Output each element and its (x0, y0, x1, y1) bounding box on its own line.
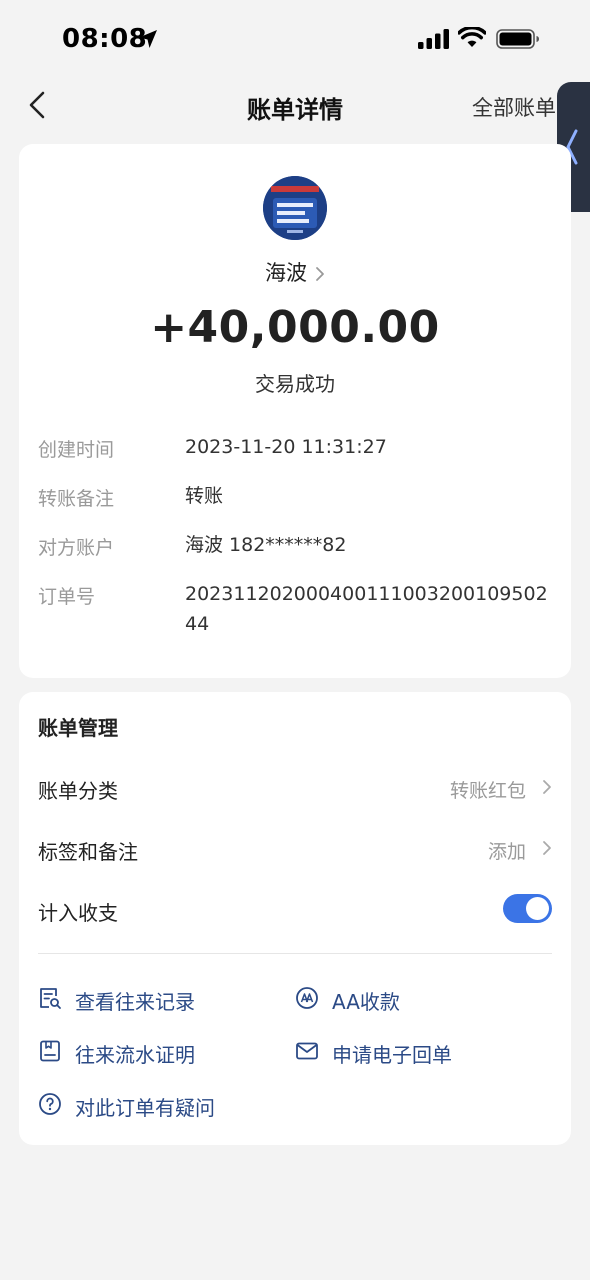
tags-notes-label: 标签和备注 (38, 840, 138, 864)
e-receipt-link[interactable]: 申请电子回单 (295, 1035, 495, 1071)
order-number-label: 订单号 (38, 586, 96, 608)
payee-avatar[interactable] (263, 176, 327, 240)
help-question-icon (39, 1093, 61, 1115)
counterparty-label: 对方账户 (38, 537, 115, 559)
view-history-link[interactable]: 查看往来记录 (38, 982, 238, 1018)
bill-category-row[interactable]: 账单分类 转账红包 (38, 767, 552, 807)
tags-notes-value: 添加 (487, 841, 526, 863)
status-bar: 08:08 (0, 0, 590, 80)
divider (38, 953, 552, 954)
toggle-knob (526, 897, 549, 920)
battery-icon (496, 29, 539, 49)
payee-name[interactable]: 海波 (19, 257, 571, 287)
created-time-label: 创建时间 (38, 439, 115, 461)
bill-category-label: 账单分类 (38, 779, 118, 803)
transaction-status: 交易成功 (255, 372, 335, 396)
counterparty-value: 海波 182******82 (185, 534, 347, 556)
include-in-stats-row: 计入收支 (38, 889, 552, 929)
cellular-signal-icon (418, 29, 449, 49)
record-search-icon (40, 988, 61, 1009)
aa-collect-link[interactable]: AA收款 (295, 982, 455, 1018)
location-arrow-icon (139, 30, 157, 48)
created-time-value: 2023-11-20 11:31:27 (185, 436, 387, 458)
chevron-right-icon (316, 267, 324, 281)
bill-management-card: 账单管理 账单分类 转账红包 标签和备注 添加 计入收支 查看往来记录 AA收款… (19, 692, 571, 1145)
statement-proof-label: 往来流水证明 (75, 1043, 195, 1067)
chevron-right-icon (543, 780, 551, 794)
order-question-label: 对此订单有疑问 (75, 1096, 215, 1120)
remark-value: 转账 (185, 485, 224, 507)
document-proof-icon (40, 1040, 60, 1062)
aa-collect-label: AA收款 (332, 990, 400, 1014)
e-receipt-label: 申请电子回单 (332, 1043, 452, 1067)
include-in-stats-label: 计入收支 (38, 901, 118, 925)
chevron-right-icon (543, 841, 551, 855)
nav-bar: 账单详情 全部账单 (0, 80, 590, 130)
transaction-card: 海波 +40,000.00 交易成功 创建时间 2023-11-20 11:31… (19, 144, 571, 678)
transaction-amount: +40,000.00 (150, 302, 440, 353)
all-bills-link[interactable]: 全部账单 (472, 92, 556, 122)
wifi-icon (458, 27, 486, 47)
statement-proof-link[interactable]: 往来流水证明 (38, 1035, 238, 1071)
status-time: 08:08 (62, 24, 148, 54)
include-in-stats-toggle[interactable] (503, 894, 552, 923)
order-question-link[interactable]: 对此订单有疑问 (38, 1088, 258, 1124)
tags-notes-row[interactable]: 标签和备注 添加 (38, 828, 552, 868)
aa-icon (296, 987, 318, 1009)
order-number-value: 20231120200040011100320010950244 (185, 583, 548, 635)
view-history-label: 查看往来记录 (75, 990, 195, 1014)
mail-icon (296, 1042, 318, 1060)
bill-category-value: 转账红包 (449, 780, 526, 802)
section-title: 账单管理 (38, 716, 118, 740)
payee-label: 海波 (265, 261, 307, 285)
avatar-image (263, 176, 327, 240)
remark-label: 转账备注 (38, 488, 115, 510)
